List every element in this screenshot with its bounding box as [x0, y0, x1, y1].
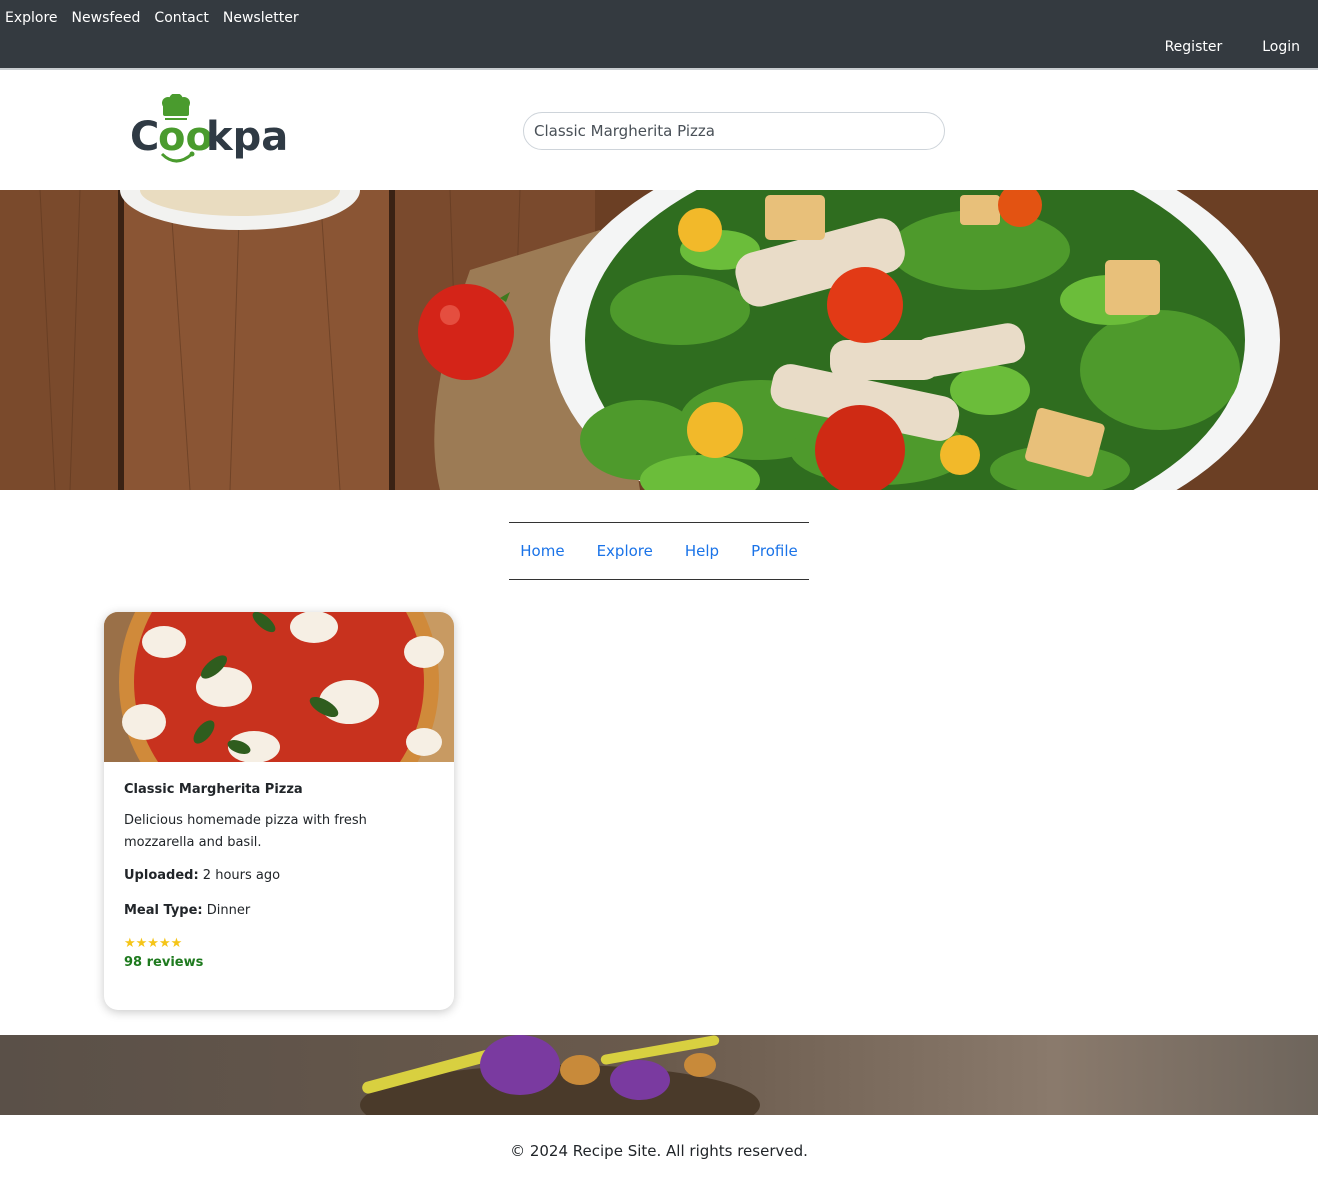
rating-stars: ★★★★★ — [124, 936, 183, 951]
cookpal-logo[interactable]: C oo kpal — [130, 94, 290, 170]
nav-link-explore[interactable]: Explore — [5, 10, 58, 26]
meal-type-info: Meal Type: Dinner — [124, 903, 434, 918]
search-input[interactable] — [523, 112, 945, 150]
register-link[interactable]: Register — [1165, 39, 1223, 55]
footer-food-image — [0, 1035, 1318, 1115]
recipe-description: Delicious homemade pizza with fresh mozz… — [124, 813, 367, 850]
hero-banner — [0, 190, 1318, 490]
login-link[interactable]: Login — [1262, 39, 1300, 55]
salad-hero-image — [0, 190, 1318, 490]
recipe-card[interactable]: Classic Margherita Pizza Delicious homem… — [104, 612, 454, 1010]
top-navbar: Explore Newsfeed Contact Newsletter Regi… — [0, 0, 1318, 70]
nav-link-newsfeed[interactable]: Newsfeed — [72, 10, 141, 26]
logo-text: C — [130, 114, 159, 160]
recipe-title[interactable]: Classic Margherita Pizza — [124, 782, 434, 797]
svg-text:oo: oo — [158, 114, 213, 160]
copyright-text: © 2024 Recipe Site. All rights reserved. — [510, 1142, 808, 1160]
subnav-explore[interactable]: Explore — [597, 542, 653, 560]
site-header: C oo kpal — [0, 72, 1318, 190]
subnav-home[interactable]: Home — [520, 542, 564, 560]
pizza-image — [104, 612, 454, 762]
card-body: Classic Margherita Pizza Delicious homem… — [104, 762, 454, 970]
footer-banner — [0, 1035, 1318, 1115]
meal-type-value: Dinner — [206, 903, 251, 918]
uploaded-value: 2 hours ago — [202, 868, 281, 883]
svg-text:kpal: kpal — [206, 114, 290, 160]
top-nav-left: Explore Newsfeed Contact Newsletter — [5, 10, 313, 26]
meal-type-label: Meal Type: — [124, 903, 203, 918]
uploaded-label: Uploaded: — [124, 868, 199, 883]
secondary-nav: Home Explore Help Profile — [509, 522, 809, 580]
uploaded-info: Uploaded: 2 hours ago — [124, 868, 434, 883]
subnav-help[interactable]: Help — [685, 542, 719, 560]
reviews-link[interactable]: 98 reviews — [124, 955, 434, 970]
nav-link-newsletter[interactable]: Newsletter — [223, 10, 299, 26]
nav-link-contact[interactable]: Contact — [154, 10, 208, 26]
subnav-profile[interactable]: Profile — [751, 542, 798, 560]
top-nav-right: Register Login — [1125, 39, 1300, 55]
